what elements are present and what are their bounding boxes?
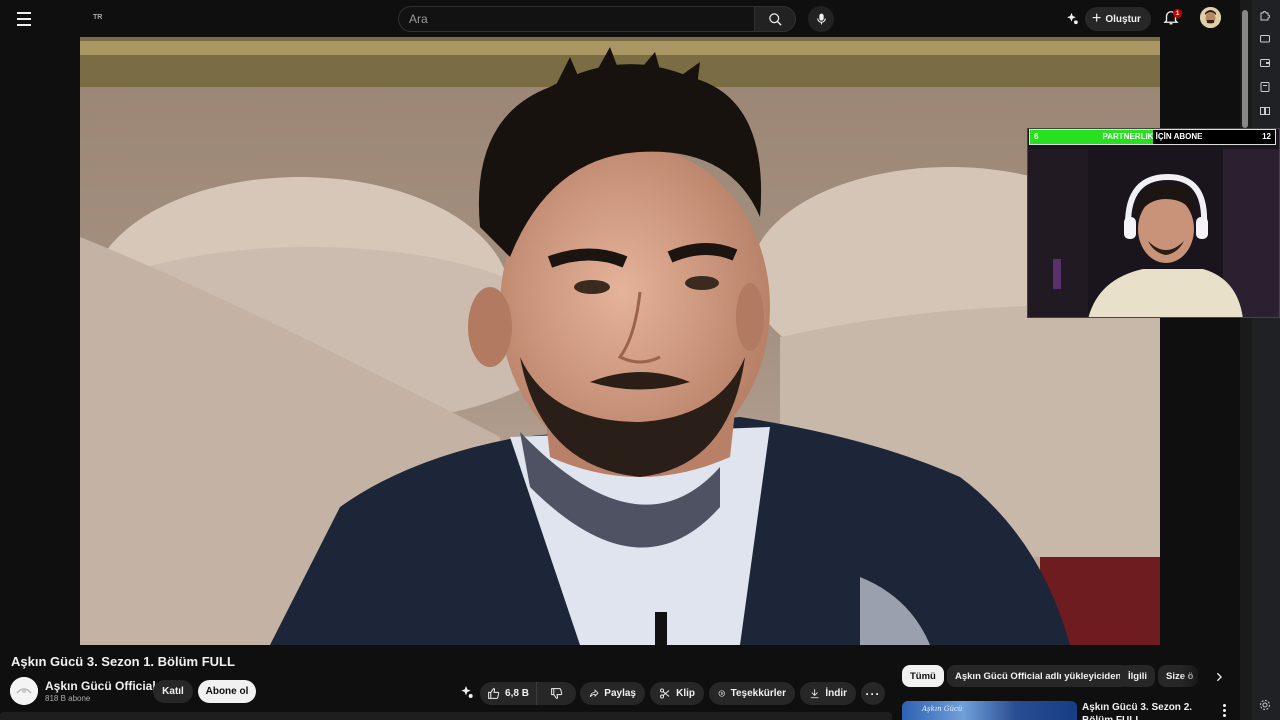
video-title: Aşkın Gücü 3. Sezon 1. Bölüm FULL bbox=[11, 654, 235, 669]
chip-all[interactable]: Tümü bbox=[902, 665, 944, 687]
voice-search-button[interactable] bbox=[808, 6, 834, 32]
avatar-image-icon bbox=[1200, 7, 1221, 28]
subscriber-goal-target: 12 bbox=[1262, 132, 1271, 141]
clip-label: Klip bbox=[676, 688, 695, 699]
share-label: Paylaş bbox=[604, 688, 636, 699]
extension-reader-icon[interactable] bbox=[1258, 104, 1272, 118]
chip-for-you[interactable]: Size ö bbox=[1158, 665, 1198, 687]
more-horizontal-icon: ··· bbox=[865, 686, 881, 701]
plus-icon: + bbox=[1092, 10, 1102, 27]
share-arrow-icon bbox=[589, 689, 599, 698]
clip-button[interactable]: Klip bbox=[650, 682, 704, 705]
like-button[interactable]: 6,8 B bbox=[480, 682, 537, 705]
create-button[interactable]: + Oluştur bbox=[1085, 7, 1151, 31]
account-avatar[interactable] bbox=[1200, 7, 1221, 28]
ask-ai-button[interactable] bbox=[458, 684, 476, 702]
download-button[interactable]: İndir bbox=[800, 682, 856, 705]
description-box[interactable] bbox=[0, 712, 892, 720]
microphone-icon bbox=[816, 13, 826, 25]
like-count: 6,8 B bbox=[505, 688, 529, 699]
video-player[interactable] bbox=[80, 37, 1160, 645]
recommended-video-menu-icon[interactable] bbox=[1218, 703, 1230, 717]
recommended-video-title[interactable]: Aşkın Gücü 3. Sezon 2. Bölüm FULL bbox=[1082, 701, 1214, 720]
sparkle-icon bbox=[461, 686, 473, 698]
download-label: İndir bbox=[825, 688, 847, 699]
search-input[interactable] bbox=[398, 6, 754, 32]
notification-badge: 1 bbox=[1173, 9, 1182, 18]
chip-from-uploader[interactable]: Aşkın Gücü Official adlı yükleyiciden bbox=[947, 665, 1130, 687]
extension-screen-icon[interactable] bbox=[1258, 32, 1272, 46]
share-button[interactable]: Paylaş bbox=[580, 682, 645, 705]
thumbnail-logo-text: Aşkın Gücü bbox=[922, 705, 963, 713]
webcam-frame bbox=[1028, 129, 1279, 317]
join-button[interactable]: Katıl bbox=[153, 680, 193, 703]
streamer-webcam bbox=[1027, 128, 1280, 318]
search-button[interactable] bbox=[754, 6, 796, 32]
channel-logo-icon bbox=[10, 677, 38, 705]
download-icon bbox=[810, 689, 819, 699]
extension-save-icon[interactable] bbox=[1258, 80, 1272, 94]
ai-sparkle-button[interactable] bbox=[1062, 9, 1080, 27]
subscribe-button[interactable]: Abone ol bbox=[198, 680, 256, 703]
thanks-label: Teşekkürler bbox=[730, 688, 786, 699]
subscriber-goal-label: PARTNERLIK İÇİN ABONE bbox=[1102, 132, 1203, 141]
video-frame bbox=[80, 37, 1160, 645]
subscriber-goal-bar: 6 PARTNERLIK İÇİN ABONE 12 bbox=[1029, 129, 1276, 145]
super-thanks-icon bbox=[718, 690, 725, 697]
extension-wallet-icon[interactable] bbox=[1258, 56, 1272, 70]
settings-gear-icon[interactable] bbox=[1258, 698, 1272, 712]
extension-puzzle-icon[interactable] bbox=[1258, 8, 1272, 22]
thumbs-down-icon bbox=[551, 688, 563, 699]
subscriber-count: 818 B abone bbox=[45, 694, 91, 703]
scissors-icon bbox=[660, 688, 670, 699]
sparkle-icon bbox=[1066, 12, 1078, 24]
chevron-right-icon bbox=[1216, 672, 1222, 682]
chip-related[interactable]: İlgili bbox=[1120, 665, 1155, 687]
page-scrollbar-thumb[interactable] bbox=[1242, 10, 1248, 128]
masthead: TR + Oluştur 1 bbox=[0, 0, 1240, 37]
thanks-button[interactable]: Teşekkürler bbox=[709, 682, 795, 705]
create-label: Oluştur bbox=[1105, 13, 1141, 25]
search-bar bbox=[398, 6, 796, 32]
chip-scroll-next-button[interactable] bbox=[1209, 667, 1229, 687]
dislike-button[interactable] bbox=[537, 682, 576, 705]
channel-name[interactable]: Aşkın Gücü Official bbox=[45, 679, 156, 693]
recommended-video-thumbnail[interactable]: Aşkın Gücü bbox=[902, 701, 1077, 720]
search-icon bbox=[768, 12, 782, 26]
like-dislike-group: 6,8 B bbox=[480, 682, 576, 705]
channel-avatar[interactable] bbox=[10, 677, 38, 705]
thumbs-up-icon bbox=[488, 688, 500, 699]
more-actions-button[interactable]: ··· bbox=[861, 682, 885, 705]
menu-icon[interactable] bbox=[12, 7, 36, 31]
region-code: TR bbox=[93, 14, 103, 21]
